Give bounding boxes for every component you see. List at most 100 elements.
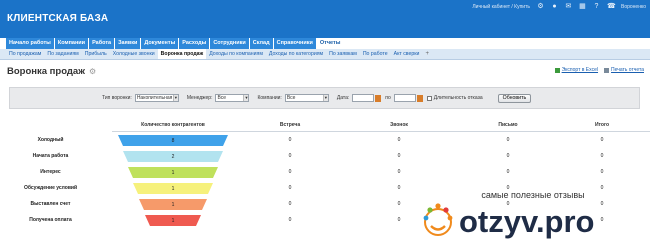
table-header: Количество контрагентов Встреча Звонок П…: [0, 122, 650, 131]
export-links: Экспорт в Excel Печать отчета: [554, 67, 644, 73]
main-nav-tab[interactable]: Сотрудники: [210, 38, 249, 49]
main-nav-tab[interactable]: Справочники: [273, 38, 316, 49]
table-cell: 0: [397, 169, 401, 175]
add-subtab-button[interactable]: +: [422, 49, 432, 59]
print-icon: [604, 67, 610, 73]
add-tab-button[interactable]: +: [344, 38, 356, 49]
refresh-button[interactable]: Обновить: [497, 93, 532, 103]
mail-icon[interactable]: ✉: [565, 3, 572, 10]
stage-label: Получена оплата: [29, 217, 72, 223]
export-excel-label: Экспорт в Excel: [561, 67, 599, 73]
table-cell: 0: [506, 137, 510, 143]
table-cell: 0: [397, 137, 401, 143]
page-title-row: Воронка продаж ⚙: [7, 66, 96, 77]
print-report-link[interactable]: Печать отчета: [604, 67, 644, 73]
cabinet-link[interactable]: Личный кабинет / Купить: [472, 4, 530, 10]
funnel-type-label: Тип воронки:: [102, 95, 132, 101]
otzyv-logo: otzyv.pro: [423, 203, 595, 239]
table-cell: 0: [506, 153, 510, 159]
main-nav-tab[interactable]: Документы: [141, 38, 179, 49]
funnel-type-value: Накопительная: [136, 95, 173, 101]
sub-nav-tab[interactable]: Доходы по компаниям: [206, 49, 266, 59]
stage-label: Интерес: [40, 169, 61, 175]
table-cell: 0: [288, 137, 292, 143]
main-nav-tab[interactable]: Компании: [54, 38, 89, 49]
date-label: Дата:: [336, 95, 350, 101]
user-name[interactable]: Вороненко: [621, 4, 646, 10]
funnel-stage-bar[interactable]: 1: [133, 183, 213, 194]
sub-nav-tab[interactable]: Доходы по категориям: [266, 49, 326, 59]
funnel-stage-bar[interactable]: 1: [128, 167, 218, 178]
sub-nav-tab[interactable]: Прибыль: [82, 49, 110, 59]
main-nav-tab[interactable]: Заявки: [115, 38, 141, 49]
sub-nav-tab[interactable]: По продажам: [6, 49, 44, 59]
manager-value: Все: [217, 95, 227, 101]
funnel-stage-bar[interactable]: 8: [118, 135, 228, 146]
table-cell: 0: [288, 153, 292, 159]
print-label: Печать отчета: [611, 67, 644, 73]
settings-gear-icon[interactable]: ⚙: [89, 67, 96, 76]
table-cell: 0: [288, 185, 292, 191]
settings-icon[interactable]: ⚙: [537, 3, 544, 10]
company-label: Компании:: [257, 95, 282, 101]
table-cell: 0: [397, 185, 401, 191]
export-excel-link[interactable]: Экспорт в Excel: [554, 67, 599, 73]
stage-label: Обсуждение условий: [23, 185, 78, 191]
sub-nav-tab[interactable]: По заявкам: [326, 49, 360, 59]
col-header-total: Итого: [594, 122, 610, 128]
manager-select[interactable]: Все ▼: [215, 94, 250, 102]
main-nav-tab[interactable]: Склад: [249, 38, 273, 49]
table-cell: 0: [600, 137, 604, 143]
chevron-down-icon: ▼: [322, 95, 328, 101]
table-cell: 0: [288, 217, 292, 223]
main-nav-tab[interactable]: Начало работы: [6, 38, 54, 49]
table-cell: 0: [600, 169, 604, 175]
sub-nav-tab[interactable]: Воронка продаж: [157, 49, 207, 59]
date-from-input[interactable]: [352, 94, 375, 102]
user-icon[interactable]: ●: [551, 3, 558, 10]
chevron-down-icon: ▼: [243, 95, 249, 101]
sub-nav-tab[interactable]: Холодные звонки: [110, 49, 158, 59]
table-cell: 0: [397, 153, 401, 159]
company-select[interactable]: Все ▼: [284, 94, 329, 102]
table-cell: 0: [600, 153, 604, 159]
filters-panel: Тип воронки: Накопительная ▼ Менеджер: Вс…: [9, 87, 640, 109]
date-to-label: по: [385, 95, 391, 101]
duration-label: Длительность отказа: [433, 95, 483, 101]
help-icon[interactable]: ?: [593, 3, 600, 10]
main-nav-tab[interactable]: Работа: [89, 38, 115, 49]
top-right-panel: Личный кабинет / Купить ⚙ ● ✉ ▦ ? ☎ Воро…: [472, 3, 646, 10]
top-bar: КЛИЕНТСКАЯ БАЗА Личный кабинет / Купить …: [0, 0, 650, 38]
grid-icon[interactable]: ▦: [579, 3, 586, 10]
chevron-down-icon: ▼: [172, 95, 178, 101]
funnel-stage-bar[interactable]: 2: [123, 151, 223, 162]
calendar-icon[interactable]: [416, 94, 423, 102]
app-title: КЛИЕНТСКАЯ БАЗА: [7, 13, 109, 24]
manager-label: Менеджер:: [186, 95, 213, 101]
phone-icon[interactable]: ☎: [607, 3, 616, 10]
funnel-type-select[interactable]: Накопительная ▼: [134, 94, 179, 102]
table-cell: 0: [600, 185, 604, 191]
col-header-letter: Письмо: [498, 122, 518, 128]
funnel-stage-bar[interactable]: 1: [145, 215, 201, 226]
table-cell: 0: [288, 169, 292, 175]
sub-nav-tab[interactable]: По работе: [360, 49, 391, 59]
main-nav: Начало работы Компании Работа Заявки Докумен…: [6, 38, 357, 49]
sub-nav-tab[interactable]: Акт сверки: [391, 49, 423, 59]
calendar-icon[interactable]: [375, 94, 382, 102]
date-to-input[interactable]: [393, 94, 416, 102]
table-cell: 0: [397, 217, 401, 223]
stage-label: Начата работа: [32, 153, 69, 159]
funnel-stage-bar[interactable]: 1: [139, 199, 207, 210]
main-nav-tab[interactable]: Расходы: [179, 38, 210, 49]
main-nav-tab[interactable]: Отчеты: [316, 38, 344, 49]
sub-nav: По продажам По заданиям Прибыль Холодные зв…: [0, 49, 650, 60]
page-title: Воронка продаж: [7, 66, 85, 77]
brand-text: otzyv.pro: [459, 204, 595, 239]
col-header-count: Количество контрагентов: [141, 122, 205, 128]
stage-label: Выставлен счет: [30, 201, 71, 207]
duration-checkbox[interactable]: [426, 95, 432, 101]
header-divider: [112, 131, 650, 132]
sub-nav-tab[interactable]: По заданиям: [44, 49, 81, 59]
stage-label: Холодный: [37, 137, 64, 143]
